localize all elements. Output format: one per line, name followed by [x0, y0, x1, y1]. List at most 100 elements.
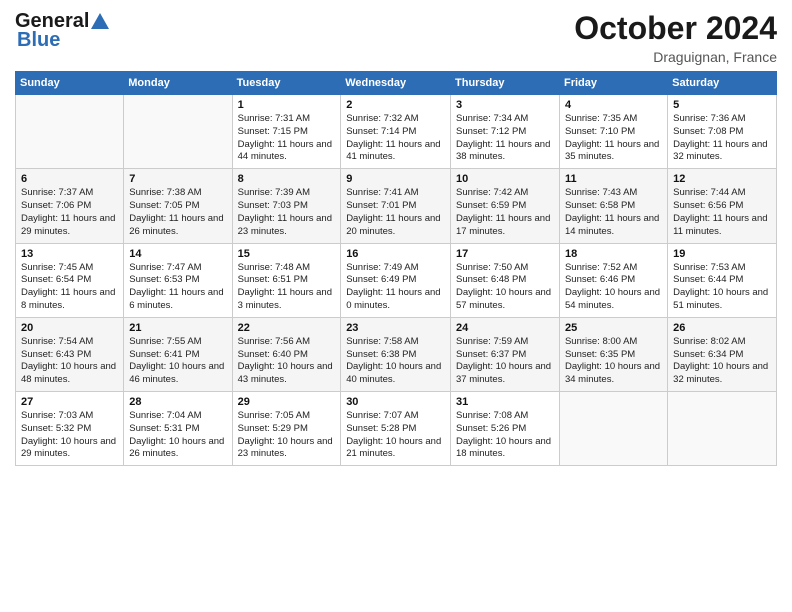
calendar-cell: 16 Sunrise: 7:49 AMSunset: 6:49 PMDayligh…	[341, 243, 451, 317]
header-thursday: Thursday	[451, 72, 560, 95]
logo: General Blue	[15, 10, 111, 52]
cell-day-number: 11	[565, 173, 662, 185]
calendar-cell: 1Sunrise: 7:31 AMSunset: 7:15 PMDaylight…	[232, 95, 341, 169]
calendar-cell: 23Sunrise: 7:58 AMSunset: 6:38 PMDayligh…	[341, 317, 451, 391]
cell-info: Sunrise: 8:02 AMSunset: 6:34 PMDaylight:…	[673, 336, 771, 387]
calendar-cell: 10 Sunrise: 7:42 AMSunset: 6:59 PMDayligh…	[451, 169, 560, 243]
cell-day-number: 22	[238, 322, 336, 334]
calendar-cell: 3 Sunrise: 7:34 AMSunset: 7:12 PMDaylight…	[451, 95, 560, 169]
cell-day-number: 4	[565, 99, 662, 111]
cell-info: Sunrise: 7:31 AMSunset: 7:15 PMDaylight:…	[238, 113, 336, 164]
cell-day-number: 18	[565, 248, 662, 260]
header-saturday: Saturday	[668, 72, 777, 95]
cell-info: Sunrise: 7:52 AMSunset: 6:46 PMDaylight:…	[565, 262, 662, 313]
cell-day-number: 13	[21, 248, 118, 260]
calendar-cell: 2Sunrise: 7:32 AMSunset: 7:14 PMDaylight…	[341, 95, 451, 169]
calendar-cell: 5 Sunrise: 7:36 AMSunset: 7:08 PMDaylight…	[668, 95, 777, 169]
cell-day-number: 28	[129, 396, 226, 408]
calendar-cell: 6 Sunrise: 7:37 AMSunset: 7:06 PMDaylight…	[16, 169, 124, 243]
cell-info: Sunrise: 7:32 AMSunset: 7:14 PMDaylight:…	[346, 113, 445, 164]
cell-info: Sunrise: 7:04 AMSunset: 5:31 PMDaylight:…	[129, 410, 226, 461]
cell-day-number: 20	[21, 322, 118, 334]
cell-day-number: 23	[346, 322, 445, 334]
calendar-cell: 20Sunrise: 7:54 AMSunset: 6:43 PMDayligh…	[16, 317, 124, 391]
cell-info: Sunrise: 7:07 AMSunset: 5:28 PMDaylight:…	[346, 410, 445, 461]
calendar-cell: 27Sunrise: 7:03 AMSunset: 5:32 PMDayligh…	[16, 392, 124, 466]
calendar-header-row: Sunday Monday Tuesday Wednesday Thursday…	[16, 72, 777, 95]
cell-day-number: 19	[673, 248, 771, 260]
cell-info: Sunrise: 7:50 AMSunset: 6:48 PMDaylight:…	[456, 262, 554, 313]
calendar-cell: 4 Sunrise: 7:35 AMSunset: 7:10 PMDaylight…	[559, 95, 667, 169]
calendar-cell: 8Sunrise: 7:39 AMSunset: 7:03 PMDaylight…	[232, 169, 341, 243]
calendar-cell	[668, 392, 777, 466]
header-friday: Friday	[559, 72, 667, 95]
cell-info: Sunrise: 7:55 AMSunset: 6:41 PMDaylight:…	[129, 336, 226, 387]
logo-arrow-icon	[89, 11, 111, 33]
logo-blue: Blue	[17, 29, 60, 52]
calendar-cell	[559, 392, 667, 466]
cell-info: Sunrise: 7:43 AMSunset: 6:58 PMDaylight:…	[565, 187, 662, 238]
calendar-cell: 17 Sunrise: 7:50 AMSunset: 6:48 PMDayligh…	[451, 243, 560, 317]
calendar-week-row-1: 1Sunrise: 7:31 AMSunset: 7:15 PMDaylight…	[16, 95, 777, 169]
calendar-cell: 7Sunrise: 7:38 AMSunset: 7:05 PMDaylight…	[124, 169, 232, 243]
calendar-cell: 24 Sunrise: 7:59 AMSunset: 6:37 PMDayligh…	[451, 317, 560, 391]
cell-day-number: 31	[456, 396, 554, 408]
calendar-cell: 11 Sunrise: 7:43 AMSunset: 6:58 PMDayligh…	[559, 169, 667, 243]
cell-info: Sunrise: 7:53 AMSunset: 6:44 PMDaylight:…	[673, 262, 771, 313]
calendar-cell: 19 Sunrise: 7:53 AMSunset: 6:44 PMDayligh…	[668, 243, 777, 317]
month-title: October 2024	[574, 10, 777, 47]
cell-info: Sunrise: 7:38 AMSunset: 7:05 PMDaylight:…	[129, 187, 226, 238]
header: General Blue October 2024 Draguignan, Fr…	[15, 10, 777, 65]
cell-day-number: 5	[673, 99, 771, 111]
header-wednesday: Wednesday	[341, 72, 451, 95]
cell-day-number: 17	[456, 248, 554, 260]
calendar-cell: 18 Sunrise: 7:52 AMSunset: 6:46 PMDayligh…	[559, 243, 667, 317]
cell-info: Sunrise: 7:08 AMSunset: 5:26 PMDaylight:…	[456, 410, 554, 461]
cell-day-number: 30	[346, 396, 445, 408]
cell-info: Sunrise: 7:03 AMSunset: 5:32 PMDaylight:…	[21, 410, 118, 461]
cell-day-number: 12	[673, 173, 771, 185]
cell-info: Sunrise: 7:36 AMSunset: 7:08 PMDaylight:…	[673, 113, 771, 164]
calendar-cell: 26Sunrise: 8:02 AMSunset: 6:34 PMDayligh…	[668, 317, 777, 391]
cell-info: Sunrise: 7:45 AMSunset: 6:54 PMDaylight:…	[21, 262, 118, 313]
cell-day-number: 15	[238, 248, 336, 260]
cell-day-number: 14	[129, 248, 226, 260]
cell-info: Sunrise: 7:49 AMSunset: 6:49 PMDaylight:…	[346, 262, 445, 313]
calendar-cell	[124, 95, 232, 169]
cell-info: Sunrise: 7:56 AMSunset: 6:40 PMDaylight:…	[238, 336, 336, 387]
cell-info: Sunrise: 7:35 AMSunset: 7:10 PMDaylight:…	[565, 113, 662, 164]
cell-day-number: 6	[21, 173, 118, 185]
calendar-cell: 13 Sunrise: 7:45 AMSunset: 6:54 PMDayligh…	[16, 243, 124, 317]
calendar-cell: 21 Sunrise: 7:55 AMSunset: 6:41 PMDayligh…	[124, 317, 232, 391]
calendar-table: Sunday Monday Tuesday Wednesday Thursday…	[15, 71, 777, 466]
cell-info: Sunrise: 7:47 AMSunset: 6:53 PMDaylight:…	[129, 262, 226, 313]
cell-day-number: 9	[346, 173, 445, 185]
calendar-cell: 31 Sunrise: 7:08 AMSunset: 5:26 PMDayligh…	[451, 392, 560, 466]
cell-info: Sunrise: 7:42 AMSunset: 6:59 PMDaylight:…	[456, 187, 554, 238]
cell-info: Sunrise: 7:39 AMSunset: 7:03 PMDaylight:…	[238, 187, 336, 238]
cell-info: Sunrise: 7:37 AMSunset: 7:06 PMDaylight:…	[21, 187, 118, 238]
cell-day-number: 10	[456, 173, 554, 185]
calendar-cell	[16, 95, 124, 169]
cell-info: Sunrise: 7:48 AMSunset: 6:51 PMDaylight:…	[238, 262, 336, 313]
cell-info: Sunrise: 7:59 AMSunset: 6:37 PMDaylight:…	[456, 336, 554, 387]
cell-day-number: 3	[456, 99, 554, 111]
calendar-cell: 29Sunrise: 7:05 AMSunset: 5:29 PMDayligh…	[232, 392, 341, 466]
header-sunday: Sunday	[16, 72, 124, 95]
calendar-cell: 22 Sunrise: 7:56 AMSunset: 6:40 PMDayligh…	[232, 317, 341, 391]
cell-info: Sunrise: 7:44 AMSunset: 6:56 PMDaylight:…	[673, 187, 771, 238]
calendar-week-row-3: 13 Sunrise: 7:45 AMSunset: 6:54 PMDayligh…	[16, 243, 777, 317]
cell-info: Sunrise: 7:05 AMSunset: 5:29 PMDaylight:…	[238, 410, 336, 461]
calendar-cell: 30 Sunrise: 7:07 AMSunset: 5:28 PMDayligh…	[341, 392, 451, 466]
cell-day-number: 21	[129, 322, 226, 334]
cell-info: Sunrise: 7:41 AMSunset: 7:01 PMDaylight:…	[346, 187, 445, 238]
cell-info: Sunrise: 7:34 AMSunset: 7:12 PMDaylight:…	[456, 113, 554, 164]
cell-day-number: 24	[456, 322, 554, 334]
cell-day-number: 16	[346, 248, 445, 260]
calendar-cell: 9 Sunrise: 7:41 AMSunset: 7:01 PMDaylight…	[341, 169, 451, 243]
calendar-cell: 25Sunrise: 8:00 AMSunset: 6:35 PMDayligh…	[559, 317, 667, 391]
location: Draguignan, France	[574, 49, 777, 65]
header-tuesday: Tuesday	[232, 72, 341, 95]
calendar-cell: 15 Sunrise: 7:48 AMSunset: 6:51 PMDayligh…	[232, 243, 341, 317]
cell-info: Sunrise: 8:00 AMSunset: 6:35 PMDaylight:…	[565, 336, 662, 387]
